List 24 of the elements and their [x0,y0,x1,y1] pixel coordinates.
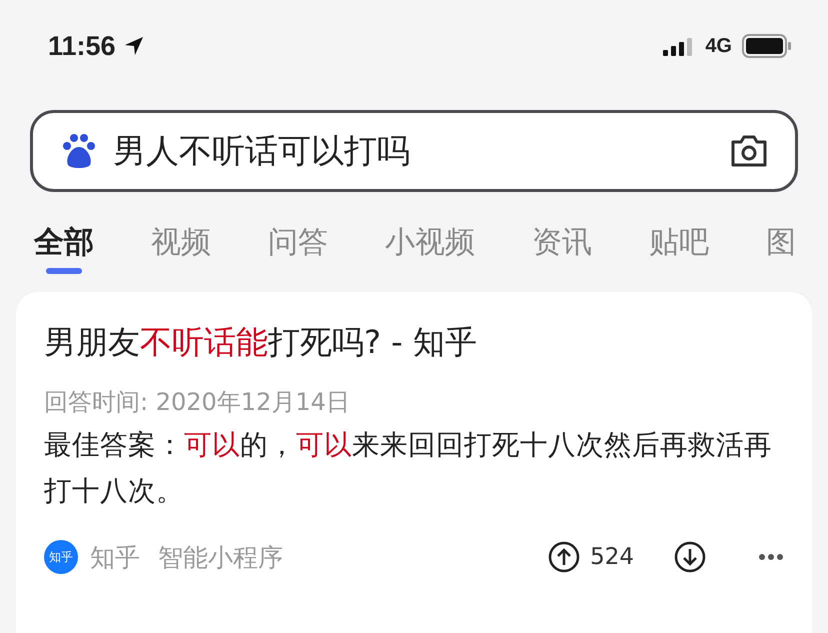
program-label: 智能小程序 [158,542,283,574]
answer-text: 最佳答案：可以的，可以来来回回打死十八次然后再救活再打十八次。 [44,428,773,509]
status-time: 11:56 [48,30,116,62]
location-arrow-icon [124,36,144,56]
result-title[interactable]: 男朋友不听话能打死吗? - 知乎 [44,320,784,364]
camera-icon[interactable] [729,134,769,168]
downvote-icon[interactable] [674,541,706,573]
result-card[interactable]: 男朋友不听话能打死吗? - 知乎 回答时间: 2020年12月14日 最佳答案：可以的，可以来来回回打死十八次然后再救活再打十八次。 知乎 知乎 智能小程序 524 [16,292,812,633]
tab[interactable]: 问答 [268,212,328,274]
tab[interactable]: 小视频 [385,212,475,274]
upvote-icon[interactable] [548,541,580,573]
search-field[interactable]: 男人不听话可以打吗 [30,110,798,192]
tab[interactable]: 贴吧 [649,212,709,274]
source-badge: 知乎 [44,540,78,574]
battery-icon [742,34,792,58]
source-name: 知乎 [90,542,140,574]
more-icon[interactable] [758,553,784,561]
tab[interactable]: 视频 [151,212,211,274]
tab[interactable]: 图 [766,212,796,274]
tab[interactable]: 资讯 [532,212,592,274]
network-label: 4G [705,34,732,58]
answer-date: 回答时间: 2020年12月14日 [44,387,351,418]
upvote-count: 524 [590,544,634,570]
tab[interactable]: 全部 [34,212,94,274]
